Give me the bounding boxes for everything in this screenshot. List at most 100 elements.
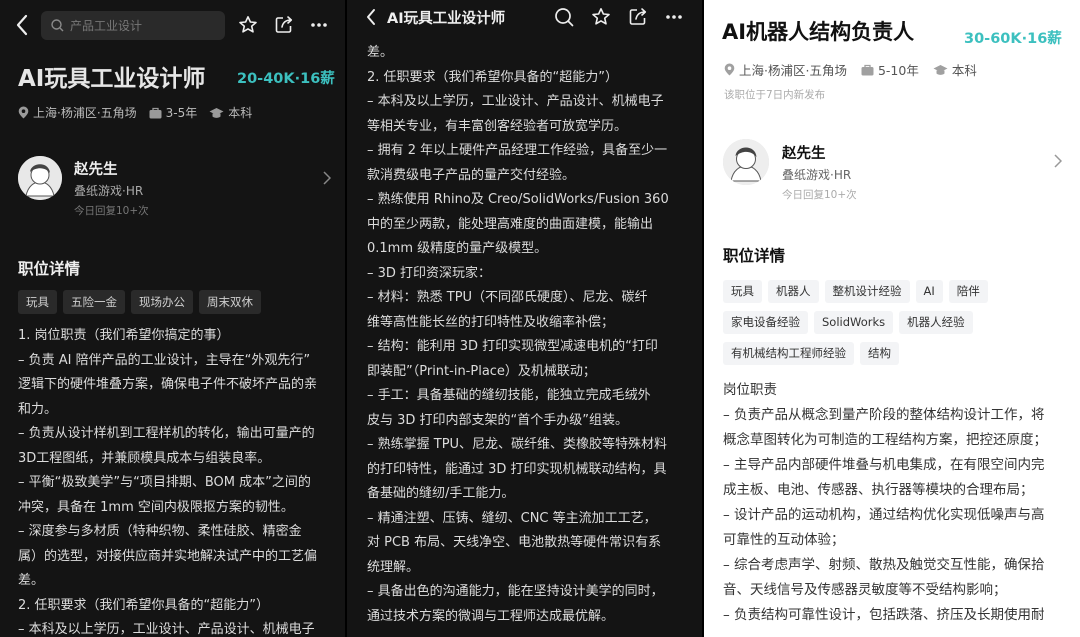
tag: 有机械结构工程师经验 (723, 342, 854, 365)
search-input[interactable] (70, 18, 210, 33)
job-detail-panel-2: AI玩具工业设计师 差。 2. 任职要求（我们希望你具备的“超能力”） – 本科… (347, 0, 702, 637)
text-line: – 精通注塑、压铸、缝纫、CNC 等主流加工工艺， (367, 510, 657, 526)
tag: 玩具 (18, 290, 57, 314)
back-arrow-icon[interactable] (358, 4, 384, 30)
share-icon[interactable] (625, 4, 651, 30)
text-line: 逻辑下的硬件堆叠方案，确保电子件不破坏产品的亲 (18, 377, 318, 392)
text-line: 即装配”（Print-in-Place）及机械联动； (367, 363, 596, 379)
tag: AI (915, 280, 943, 303)
text-line: 成主板、电池、传感器、执行器等模块的合理布局； (723, 482, 1034, 498)
share-icon[interactable] (271, 12, 297, 38)
avatar[interactable] (18, 156, 62, 200)
recruiter-activity: 今日回复10+次 (782, 189, 857, 201)
text-line: – 主导产品内部硬件堆叠与机电集成，在有限空间内完 (723, 457, 1045, 473)
text-line: 差。 (367, 45, 394, 60)
job-description: 1. 岗位职责（我们希望你搞定的事） – 负责 AI 陪伴产品的工业设计，主导在… (18, 324, 340, 637)
job-detail-panel-3: AI机器人结构负责人 30-60K·16薪 上海·杨浦区·五角场 5-10年 本… (704, 0, 1080, 637)
job-detail-panel-1: AI玩具工业设计师 20-40K·16薪 上海·杨浦区·五角场 3-5年 本科 … (0, 0, 345, 637)
text-line: – 本科及以上学历，工业设计、产品设计、机械电子 (367, 94, 664, 109)
avatar[interactable] (723, 139, 769, 185)
text-line: – 深度参与多材质（特种织物、柔性硅胶、精密金 (18, 524, 302, 539)
text-line: 音、天线信号及传感器灵敏度等不受结构影响； (723, 582, 1007, 598)
location-icon (18, 106, 29, 119)
education: 本科 (228, 106, 253, 120)
text-line: 维等高性能长丝的打印特性及收缩率补偿； (367, 314, 615, 330)
recruiter-name: 赵先生 (782, 146, 826, 162)
graduation-cap-icon (933, 64, 948, 75)
text-line: 差。 (18, 573, 45, 588)
briefcase-icon (861, 64, 874, 75)
tag: SolidWorks (814, 311, 894, 334)
text-line: – 综合考虑声学、射频、散热及触觉交互性能，确保拾 (723, 557, 1045, 573)
tag-list: 玩具 五险一金 现场办公 周末双休 (18, 290, 338, 322)
text-line: 岗位职责 (723, 382, 777, 398)
text-line: – 手工：具备基础的缝纫技能，能独立完成毛绒外 (367, 388, 651, 403)
section-title: 职位详情 (723, 247, 786, 265)
graduation-cap-icon (209, 107, 224, 118)
text-line: 属）的选型，对接供应商并实地解决试产中的工艺偏 (18, 548, 318, 564)
text-line: 1. 岗位职责（我们希望你搞定的事） (18, 328, 230, 343)
chevron-right-icon[interactable] (314, 165, 340, 191)
text-line: – 拥有 2 年以上硬件产品经理工作经验，具备至少一 (367, 143, 668, 158)
text-line: 3D工程图纸，并兼顾模具成本与组装良率。 (18, 450, 271, 466)
text-line: – 材料：熟悉 TPU（不同邵氏硬度）、尼龙、碳纤 (367, 290, 648, 305)
text-line: 统理解。 (367, 559, 420, 575)
text-line: 和力。 (18, 401, 58, 417)
text-line: 皮与 3D 打印内部支架的“首个手办级”组装。 (367, 412, 629, 428)
text-line: 等相关专业，有丰富创客经验者可放宽学历。 (367, 118, 628, 134)
text-line: 概念草图转化为可制造的工程结构方案，把控还原度； (723, 432, 1047, 448)
search-icon (51, 19, 64, 32)
tag: 结构 (860, 342, 899, 365)
experience: 3-5年 (165, 106, 198, 120)
recruiter-company: 叠纸游戏·HR (74, 184, 144, 198)
job-title: AI机器人结构负责人 (722, 20, 915, 44)
search-box[interactable] (41, 11, 225, 40)
recruiter-company: 叠纸游戏·HR (782, 168, 852, 182)
chevron-right-icon[interactable] (1045, 148, 1071, 174)
job-meta: 上海·杨浦区·五角场 5-10年 本科 (724, 60, 977, 79)
salary: 30-60K·16薪 (964, 31, 1062, 47)
text-line: 的打印特性，能通过 3D 打印实现机械联动结构，具 (367, 461, 667, 477)
text-line: – 具备出色的沟通能力，能在坚持设计美学的同时， (367, 584, 664, 599)
job-title: AI玩具工业设计师 (18, 66, 206, 92)
back-arrow-icon[interactable] (9, 12, 35, 38)
experience: 5-10年 (877, 63, 919, 78)
text-line: – 熟练掌握 TPU、尼龙、碳纤维、类橡胶等特殊材料 (367, 437, 668, 452)
page-title: AI玩具工业设计师 (387, 11, 506, 27)
recruiter-activity: 今日回复10+次 (74, 205, 149, 217)
tag: 现场办公 (131, 290, 193, 314)
text-line: 对 PCB 布局、天线净空、电池散热等硬件常识有系 (367, 535, 662, 550)
tag: 五险一金 (63, 290, 125, 314)
location: 上海·杨浦区·五角场 (739, 63, 847, 78)
more-icon[interactable] (306, 12, 332, 38)
location: 上海·杨浦区·五角场 (33, 106, 137, 120)
star-icon[interactable] (235, 12, 261, 38)
more-icon[interactable] (661, 4, 687, 30)
text-line: – 负责产品从概念到量产阶段的整体结构设计工作，将 (723, 407, 1045, 423)
text-line: 2. 任职要求（我们希望你具备的“超能力”） (18, 597, 270, 613)
tag: 玩具 (723, 280, 762, 303)
text-line: 备基础的缝纫/手工能力。 (367, 486, 515, 501)
tag: 周末双休 (199, 290, 261, 314)
tag: 陪伴 (948, 280, 988, 303)
tag: 机器人 (768, 280, 819, 303)
text-line: – 3D 打印资深玩家： (367, 265, 492, 281)
text-line: – 本科及以上学历，工业设计、产品设计、机械电子 (18, 622, 315, 637)
education: 本科 (951, 63, 977, 78)
location-icon (724, 63, 735, 76)
tag: 整机设计经验 (824, 280, 910, 303)
text-line: 可靠性的互动体验； (723, 532, 845, 548)
text-line: – 负责从设计样机到工程样机的转化，输出可量产的 (18, 426, 315, 441)
text-line: – 负责 AI 陪伴产品的工业设计，主导在“外观先行” (18, 352, 311, 368)
briefcase-icon (149, 107, 162, 118)
star-icon[interactable] (588, 4, 614, 30)
job-meta: 上海·杨浦区·五角场 3-5年 本科 (18, 104, 252, 121)
tag: 家电设备经验 (723, 311, 808, 334)
search-icon[interactable] (551, 4, 577, 30)
section-title: 职位详情 (18, 260, 81, 278)
text-line: 通过技术方案的微调与工程师达成最优解。 (367, 608, 615, 624)
posted-notice: 该职位于7日内新发布 (724, 89, 826, 101)
tag: 机器人经验 (899, 311, 973, 334)
text-line: – 平衡“极致美学”与“项目排期、BOM 成本”之间的 (18, 475, 311, 490)
text-line: – 设计产品的运动机构，通过结构优化实现低噪声与高 (723, 507, 1045, 523)
